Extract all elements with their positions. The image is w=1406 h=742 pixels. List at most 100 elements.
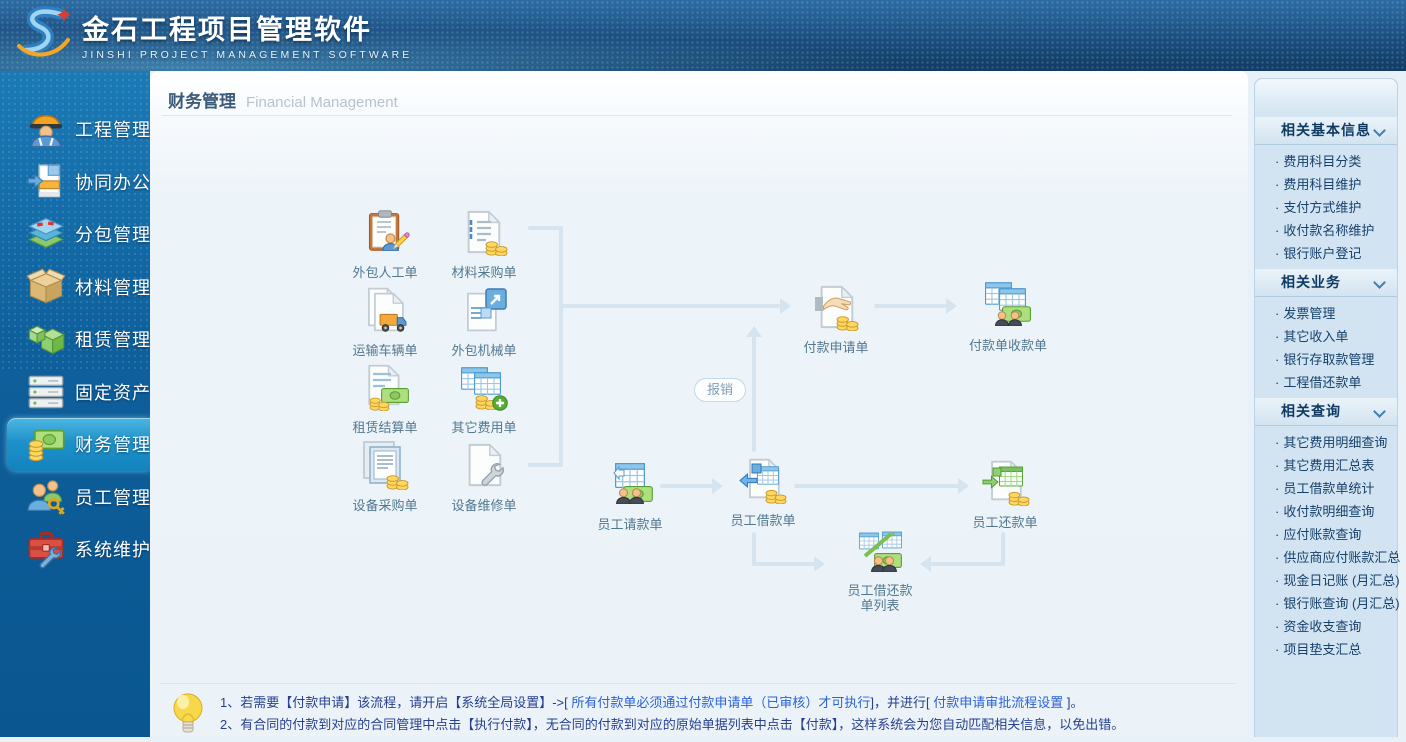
link-employee-borrow-stats[interactable]: 员工借款单统计 [1255,477,1397,500]
link-expense-subject-maintain[interactable]: 费用科目维护 [1255,173,1397,196]
app-logo-icon [14,4,72,64]
tips-panel: 1、若需要【付款申请】该流程，请开启【系统全局设置】->[ 所有付款单必须通过付… [160,683,1236,736]
doc-hand-coins-icon [811,283,861,333]
layers-icon [26,214,66,254]
sidebar-item-material-management[interactable]: 材料管理 [0,261,150,314]
main-content-panel: 财务管理Financial Management 报销 外包人工单 材料采购单 … [150,71,1248,737]
chevron-down-icon [1373,276,1386,289]
section-basic-info[interactable]: 相关基本信息 [1255,117,1397,145]
sidebar-item-subcontract-management[interactable]: 分包管理 [0,208,150,261]
app-header: 金石工程项目管理软件 JINSHI PROJECT MANAGEMENT SOF… [0,0,1406,71]
tip-link-payment-rule[interactable]: 所有付款单必须通过付款申请单（已审核）才可执行 [571,695,870,710]
reimburse-badge: 报销 [694,378,746,402]
collaboration-icon [26,162,66,202]
link-bank-account-query-monthly[interactable]: 银行账查询 (月汇总) [1255,592,1397,615]
page-title-block: 财务管理 Financial Management [168,87,398,112]
chevron-down-icon [1373,405,1386,418]
elbow-repay-down [1001,532,1005,566]
doc-coins-icon [459,208,509,258]
link-project-advance-summary[interactable]: 项目垫支汇总 [1255,638,1397,661]
sidebar-item-lease-management[interactable]: 租赁管理 [0,313,150,366]
doc-truck-icon [360,286,410,336]
elbow-repay-left [926,562,1003,566]
tip-link-approval-flow-settings[interactable]: 付款申请审批流程设置 [933,695,1063,710]
flow-node-equipment-repair[interactable]: 设备维修单 [429,441,539,513]
tip-text: 1、若需要【付款申请】该流程，请开启【系统全局设置】->[ [220,695,571,710]
table-coins-plus-icon [459,363,509,413]
sidebar-item-label: 分包管理 [75,221,151,247]
main-nav-sidebar: 工程管理 协同办公 分包管理 材料管理 租赁管理 [0,71,150,737]
sidebar-item-label: 财务管理 [75,431,151,457]
flow-node-transport-vehicle[interactable]: 运输车辆单 [330,286,440,358]
flow-node-outsource-machinery[interactable]: 外包机械单 [429,286,539,358]
section-title: 相关查询 [1255,403,1341,419]
sidebar-item-label: 系统维护 [75,536,151,562]
staff-key-icon [26,477,66,517]
flow-node-payment-receipt[interactable]: 付款单收款单 [953,281,1063,353]
sidebar-item-system-maintenance[interactable]: 系统维护 [0,523,150,576]
section-related-business[interactable]: 相关业务 [1255,269,1397,297]
table-people-money-icon [605,460,655,510]
doc-wrench-icon [459,441,509,491]
sidebar-item-project-management[interactable]: 工程管理 [0,103,150,156]
flow-node-employee-borrow-repay-list[interactable]: 员工借还款单列表 [825,526,935,613]
app-title: 金石工程项目管理软件 [82,8,412,47]
link-payable-query[interactable]: 应付账款查询 [1255,523,1397,546]
doc-money-icon [360,363,410,413]
sidebar-item-label: 员工管理 [75,484,151,510]
clipboard-person-icon [360,208,410,258]
title-divider [162,115,1232,116]
doc-arrow-icon [459,286,509,336]
flow-node-payment-request[interactable]: 付款申请单 [781,283,891,355]
link-bank-deposit-withdraw[interactable]: 银行存取款管理 [1255,348,1397,371]
flow-node-outsource-labor[interactable]: 外包人工单 [330,208,440,280]
tip-line-2: 2、有合同的付款到对应的合同管理中点击【执行付款】，无合同的付款到对应的原始单据… [220,714,1124,736]
page-subtitle: Financial Management [246,94,398,111]
page-title: 财务管理 [168,92,236,111]
tip-line-1: 1、若需要【付款申请】该流程，请开启【系统全局设置】->[ 所有付款单必须通过付… [220,692,1124,714]
flow-node-employee-repay[interactable]: 员工还款单 [950,458,1060,530]
elbow-borrow-right [752,562,816,566]
sidebar-item-label: 工程管理 [75,116,151,142]
lightbulb-icon [168,691,208,737]
flow-node-material-purchase[interactable]: 材料采购单 [429,208,539,280]
link-other-expense-detail-query[interactable]: 其它费用明细查询 [1255,431,1397,454]
box-icon [26,267,66,307]
flow-node-employee-payment-request[interactable]: 员工请款单 [575,460,685,532]
sidebar-item-label: 固定资产 [75,379,151,405]
flow-node-lease-settlement[interactable]: 租赁结算单 [330,363,440,435]
link-fund-in-out-query[interactable]: 资金收支查询 [1255,615,1397,638]
flow-node-employee-borrow[interactable]: 员工借款单 [708,456,818,528]
tips-text: 1、若需要【付款申请】该流程，请开启【系统全局设置】->[ 所有付款单必须通过付… [220,692,1124,736]
link-payee-name-maintain[interactable]: 收付款名称维护 [1255,219,1397,242]
tables-people-money-icon [983,281,1033,331]
toolbox-icon [26,529,66,569]
link-bank-account-register[interactable]: 银行账户登记 [1255,242,1397,265]
link-other-expense-summary[interactable]: 其它费用汇总表 [1255,454,1397,477]
docs-coins-icon [360,441,410,491]
link-other-income[interactable]: 其它收入单 [1255,325,1397,348]
money-icon [26,424,66,464]
sidebar-item-financial-management[interactable]: 财务管理 [7,418,150,471]
flow-node-other-expense[interactable]: 其它费用单 [429,363,539,435]
sidebar-item-fixed-assets[interactable]: 固定资产 [0,366,150,419]
link-payment-detail-query[interactable]: 收付款明细查询 [1255,500,1397,523]
sidebar-item-staff-management[interactable]: 员工管理 [0,471,150,524]
link-project-borrow-repay[interactable]: 工程借还款单 [1255,371,1397,394]
bracket-line [559,226,563,467]
link-cash-journal-monthly[interactable]: 现金日记账 (月汇总) [1255,569,1397,592]
link-payment-method-maintain[interactable]: 支付方式维护 [1255,196,1397,219]
sidebar-item-label: 协同办公 [75,169,151,195]
construction-worker-icon [26,109,66,149]
flow-node-equipment-purchase[interactable]: 设备采购单 [330,441,440,513]
doc-arrow-left-coins-icon [738,456,788,506]
section-related-query[interactable]: 相关查询 [1255,398,1397,426]
link-supplier-payable-summary[interactable]: 供应商应付账款汇总 [1255,546,1397,569]
green-cubes-icon [26,319,66,359]
link-expense-subject-category[interactable]: 费用科目分类 [1255,150,1397,173]
panel-top-strip [1255,79,1397,117]
reimburse-up-arrow [752,329,756,452]
link-invoice-management[interactable]: 发票管理 [1255,302,1397,325]
arrow-borrow-to-repay [794,484,960,488]
sidebar-item-collaboration[interactable]: 协同办公 [0,156,150,209]
